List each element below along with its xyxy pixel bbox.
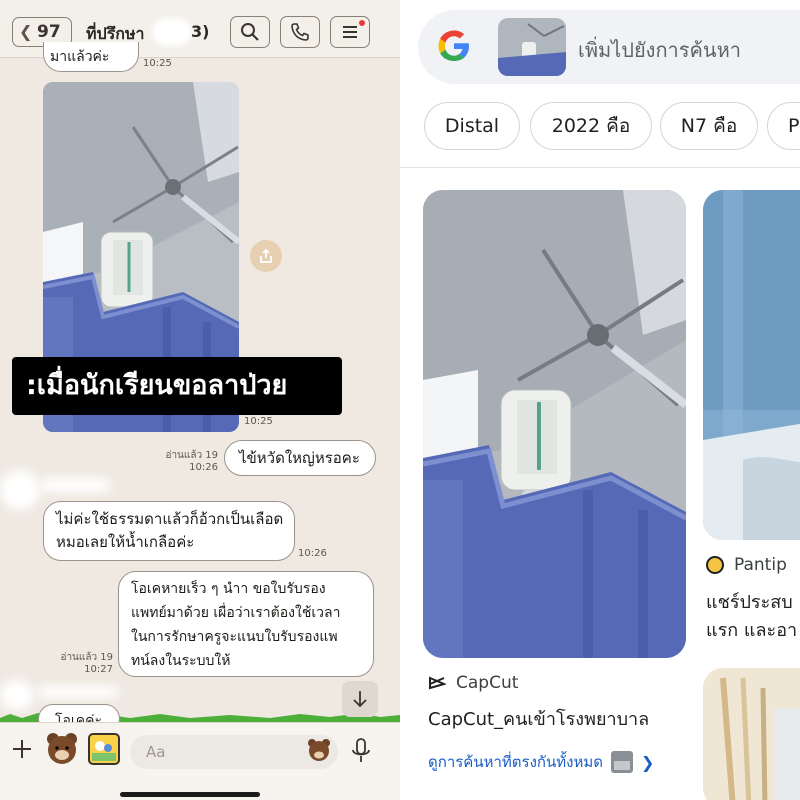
- search-image-thumbnail[interactable]: [498, 18, 566, 76]
- hamburger-menu-icon: [343, 26, 357, 38]
- result-title-line[interactable]: แรก และอา: [706, 618, 797, 644]
- google-logo-icon: [438, 30, 469, 61]
- message-bubble-incoming[interactable]: ไม่ค่ะใช้ธรรมดาแล้วก็อ้วกเป็นเลือด หมอเล…: [43, 501, 295, 561]
- arrow-down-icon: [353, 691, 367, 708]
- iv-drip-result-image: [423, 190, 686, 658]
- plus-icon: [13, 740, 31, 758]
- menu-button[interactable]: [330, 16, 370, 48]
- source-name: Pantip: [734, 555, 787, 575]
- overlay-caption: :เมื่อนักเรียนขอลาป่วย: [12, 357, 342, 415]
- bear-emoji-icon: [308, 739, 330, 761]
- google-lens-panel: เพิ่มไปยังการค้นหา Distal 2022 คือ N7 คื…: [400, 0, 800, 800]
- search-placeholder: เพิ่มไปยังการค้นหา: [578, 38, 741, 62]
- microphone-icon: [352, 738, 370, 762]
- suggestion-chip[interactable]: N7 คือ: [660, 102, 758, 150]
- chevron-right-icon: ❯: [640, 752, 655, 772]
- message-time: 10:25: [143, 58, 172, 69]
- suggestion-chip[interactable]: P: [767, 102, 800, 150]
- message-text-line: แพทย์มาด้วย เผื่อว่าเราต้องใช้เวลา: [131, 605, 341, 621]
- hospital-result-image: [703, 190, 800, 540]
- message-text-line: ทน์ลงในระบบให้: [131, 653, 231, 669]
- brown-bear-sticker-icon: [47, 733, 77, 764]
- back-arrow-icon: ❮: [19, 22, 33, 41]
- result-source[interactable]: Pantip: [706, 555, 787, 575]
- voice-button[interactable]: [350, 737, 372, 765]
- source-name: CapCut: [456, 673, 519, 693]
- message-text: ไข้หวัดใหญ่หรอคะ: [239, 449, 360, 467]
- chat-title-suffix: 3): [191, 22, 210, 41]
- notification-dot: [359, 20, 365, 26]
- suggestion-chip[interactable]: 2022 คือ: [530, 102, 652, 150]
- see-all-matches-link[interactable]: ดูการค้นหาที่ตรงกันทั้งหมด ❯: [428, 750, 654, 774]
- see-all-label: ดูการค้นหาที่ตรงกันทั้งหมด: [428, 753, 603, 771]
- suggestion-chip[interactable]: Distal: [424, 102, 520, 150]
- sender-name-blurred: [40, 478, 110, 492]
- share-icon: [260, 248, 272, 263]
- result-title[interactable]: CapCut_คนเข้าโรงพยาบาล: [428, 707, 649, 733]
- message-bubble-outgoing[interactable]: โอเคหายเร็ว ๆ นำา ขอใบรับรอง แพทย์มาด้วย…: [118, 571, 374, 677]
- input-placeholder: Aa: [146, 743, 166, 761]
- read-receipt: อ่านแล้ว 19 10:27: [60, 652, 113, 675]
- photo-time: 10:25: [244, 416, 273, 427]
- message-text-line: ในการรักษาครูจะแนบใบรับรองแพ: [131, 629, 338, 645]
- read-receipt: อ่านแล้ว 19 10:26: [165, 450, 218, 473]
- scroll-to-bottom-button[interactable]: [342, 681, 378, 717]
- search-icon: [241, 23, 259, 41]
- thumbnail-icon: [610, 751, 633, 773]
- message-time: 10:26: [298, 548, 327, 559]
- add-button[interactable]: [10, 737, 34, 761]
- emoji-button[interactable]: [306, 737, 332, 763]
- result-image[interactable]: [703, 190, 800, 540]
- unread-count: 97: [37, 22, 61, 42]
- divider: [400, 167, 800, 168]
- gallery-icon: [92, 741, 116, 761]
- result-image[interactable]: [423, 190, 686, 658]
- phone-icon: [291, 23, 309, 41]
- message-text-line: โอเคหายเร็ว ๆ นำา ขอใบรับรอง: [131, 581, 326, 597]
- line-chat-panel: ❮ 97 ที่ปรึกษา 3) มาแล้วค่ะ 10:25 10:25 …: [0, 0, 400, 800]
- redacted-title-blur: [152, 18, 192, 46]
- iv-drip-thumbnail-image: [498, 18, 566, 76]
- message-text: มาแล้วค่ะ: [50, 49, 110, 65]
- result-source[interactable]: CapCut: [428, 673, 518, 693]
- photo-sticker-button[interactable]: [88, 733, 120, 765]
- message-input-bar: Aa: [0, 722, 400, 800]
- message-bubble-outgoing[interactable]: ไข้หวัดใหญ่หรอคะ: [224, 440, 376, 476]
- sender-avatar-blurred: [0, 470, 40, 510]
- sticker-button[interactable]: [44, 731, 80, 767]
- message-text-line: ไม่ค่ะใช้ธรรมดาแล้วก็อ้วกเป็นเลือด: [56, 510, 284, 528]
- capcut-logo-icon: [429, 676, 446, 690]
- sender-name-blurred: [38, 686, 118, 698]
- share-button[interactable]: [250, 240, 282, 272]
- message-bubble-incoming[interactable]: มาแล้วค่ะ: [43, 42, 139, 72]
- sender-avatar-blurred: [0, 680, 34, 710]
- message-text-line: หมอเลยให้น้ำเกลือค่ะ: [56, 533, 195, 551]
- home-indicator: [120, 792, 260, 797]
- pantip-logo-icon: [706, 556, 724, 574]
- search-bar[interactable]: เพิ่มไปยังการค้นหา: [418, 10, 800, 84]
- result-image-partial: [703, 668, 800, 800]
- result-image[interactable]: [703, 668, 800, 800]
- result-title-line[interactable]: แชร์ประสบ: [706, 590, 793, 616]
- search-button[interactable]: [230, 16, 270, 48]
- call-button[interactable]: [280, 16, 320, 48]
